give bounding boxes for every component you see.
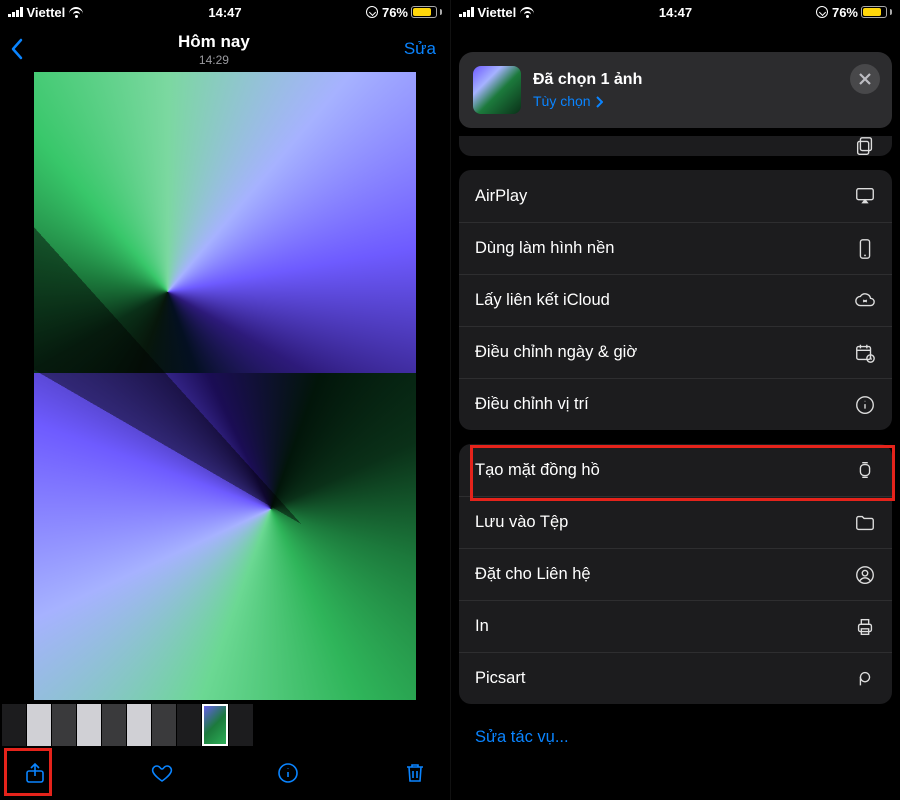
- airplay-icon: [850, 185, 876, 207]
- action-adjust-location[interactable]: Điều chỉnh vị trí: [459, 378, 892, 430]
- phone-right: Viettel 14:47 76% Đã chọn 1 ảnh Tùy chọn: [450, 0, 900, 800]
- status-bar: Viettel 14:47 76%: [0, 0, 450, 22]
- action-label: Picsart: [475, 669, 525, 688]
- thumbnail-strip[interactable]: [0, 704, 450, 746]
- edit-button[interactable]: Sửa: [404, 39, 436, 59]
- thumbnail[interactable]: [229, 704, 253, 746]
- action-label: In: [475, 617, 489, 636]
- thumbnail[interactable]: [77, 704, 101, 746]
- photo-viewer[interactable]: [34, 72, 416, 700]
- action-create-watch-face[interactable]: Tạo mặt đồng hồ: [459, 444, 892, 496]
- cell-signal-icon: [8, 7, 23, 17]
- page-title: Hôm nay: [24, 32, 404, 52]
- thumbnail-selected[interactable]: [202, 704, 228, 746]
- page-subtitle: 14:29: [24, 53, 404, 67]
- battery-indicator: 76%: [382, 5, 442, 20]
- chevron-right-icon: [595, 95, 603, 107]
- edit-actions-link[interactable]: Sửa tác vụ...: [459, 718, 892, 747]
- action-label: Lấy liên kết iCloud: [475, 291, 610, 310]
- action-label: Lưu vào Tệp: [475, 513, 568, 532]
- share-sheet-header: Đã chọn 1 ảnh Tùy chọn: [459, 52, 892, 128]
- orientation-lock-icon: [816, 6, 828, 18]
- share-button[interactable]: [22, 760, 48, 786]
- carrier-label: Viettel: [27, 5, 66, 20]
- phone-icon: [850, 238, 876, 260]
- wifi-icon: [69, 7, 83, 18]
- printer-icon: [850, 616, 876, 638]
- thumbnail[interactable]: [177, 704, 201, 746]
- cloud-link-icon: [850, 290, 876, 312]
- thumbnail[interactable]: [27, 704, 51, 746]
- action-icloud-link[interactable]: Lấy liên kết iCloud: [459, 274, 892, 326]
- battery-pct: 76%: [382, 5, 408, 20]
- action-adjust-datetime[interactable]: Điều chỉnh ngày & giờ: [459, 326, 892, 378]
- photo-toolbar: [0, 746, 450, 800]
- battery-indicator: 76%: [832, 5, 892, 20]
- cell-signal-icon: [459, 7, 474, 17]
- action-group-2: Tạo mặt đồng hồ Lưu vào Tệp Đặt cho Liên…: [459, 444, 892, 704]
- thumbnail[interactable]: [102, 704, 126, 746]
- status-bar: Viettel 14:47 76%: [451, 0, 900, 22]
- wallpaper-image: [34, 72, 416, 700]
- wifi-icon: [520, 7, 534, 18]
- share-sheet: Đã chọn 1 ảnh Tùy chọn AirPlay: [459, 52, 892, 800]
- photos-nav-bar: Hôm nay 14:29 Sửa: [0, 22, 450, 70]
- action-label: AirPlay: [475, 187, 527, 206]
- phone-left: Viettel 14:47 76% Hôm nay 14:29 Sửa: [0, 0, 450, 800]
- orientation-lock-icon: [366, 6, 378, 18]
- back-button[interactable]: [10, 38, 24, 60]
- calendar-clock-icon: [850, 342, 876, 364]
- action-wallpaper[interactable]: Dùng làm hình nền: [459, 222, 892, 274]
- action-save-to-files[interactable]: Lưu vào Tệp: [459, 496, 892, 548]
- picsart-icon: [850, 668, 876, 690]
- action-airplay[interactable]: AirPlay: [459, 170, 892, 222]
- watch-icon: [850, 459, 876, 481]
- action-label: Tạo mặt đồng hồ: [475, 461, 600, 480]
- selected-photo-thumb: [473, 66, 521, 114]
- thumbnail[interactable]: [52, 704, 76, 746]
- action-row-clipped[interactable]: [459, 136, 892, 156]
- action-label: Điều chỉnh vị trí: [475, 395, 589, 414]
- action-group-partial: [459, 136, 892, 156]
- action-group-1: AirPlay Dùng làm hình nền Lấy liên kết i…: [459, 170, 892, 430]
- copy-icon: [850, 136, 876, 156]
- thumbnail[interactable]: [127, 704, 151, 746]
- close-button[interactable]: [850, 64, 880, 94]
- action-label: Dùng làm hình nền: [475, 239, 614, 258]
- sheet-title: Đã chọn 1 ảnh: [533, 71, 642, 89]
- delete-button[interactable]: [402, 760, 428, 786]
- battery-pct: 76%: [832, 5, 858, 20]
- action-label: Điều chỉnh ngày & giờ: [475, 343, 637, 362]
- info-button[interactable]: [275, 760, 301, 786]
- carrier-label: Viettel: [478, 5, 517, 20]
- sheet-options-link[interactable]: Tùy chọn: [533, 93, 642, 109]
- person-icon: [850, 564, 876, 586]
- action-print[interactable]: In: [459, 600, 892, 652]
- action-assign-contact[interactable]: Đặt cho Liên hệ: [459, 548, 892, 600]
- info-icon: [850, 394, 876, 416]
- favorite-button[interactable]: [149, 760, 175, 786]
- thumbnail[interactable]: [152, 704, 176, 746]
- folder-icon: [850, 512, 876, 534]
- action-picsart[interactable]: Picsart: [459, 652, 892, 704]
- action-label: Đặt cho Liên hệ: [475, 565, 591, 584]
- thumbnail[interactable]: [2, 704, 26, 746]
